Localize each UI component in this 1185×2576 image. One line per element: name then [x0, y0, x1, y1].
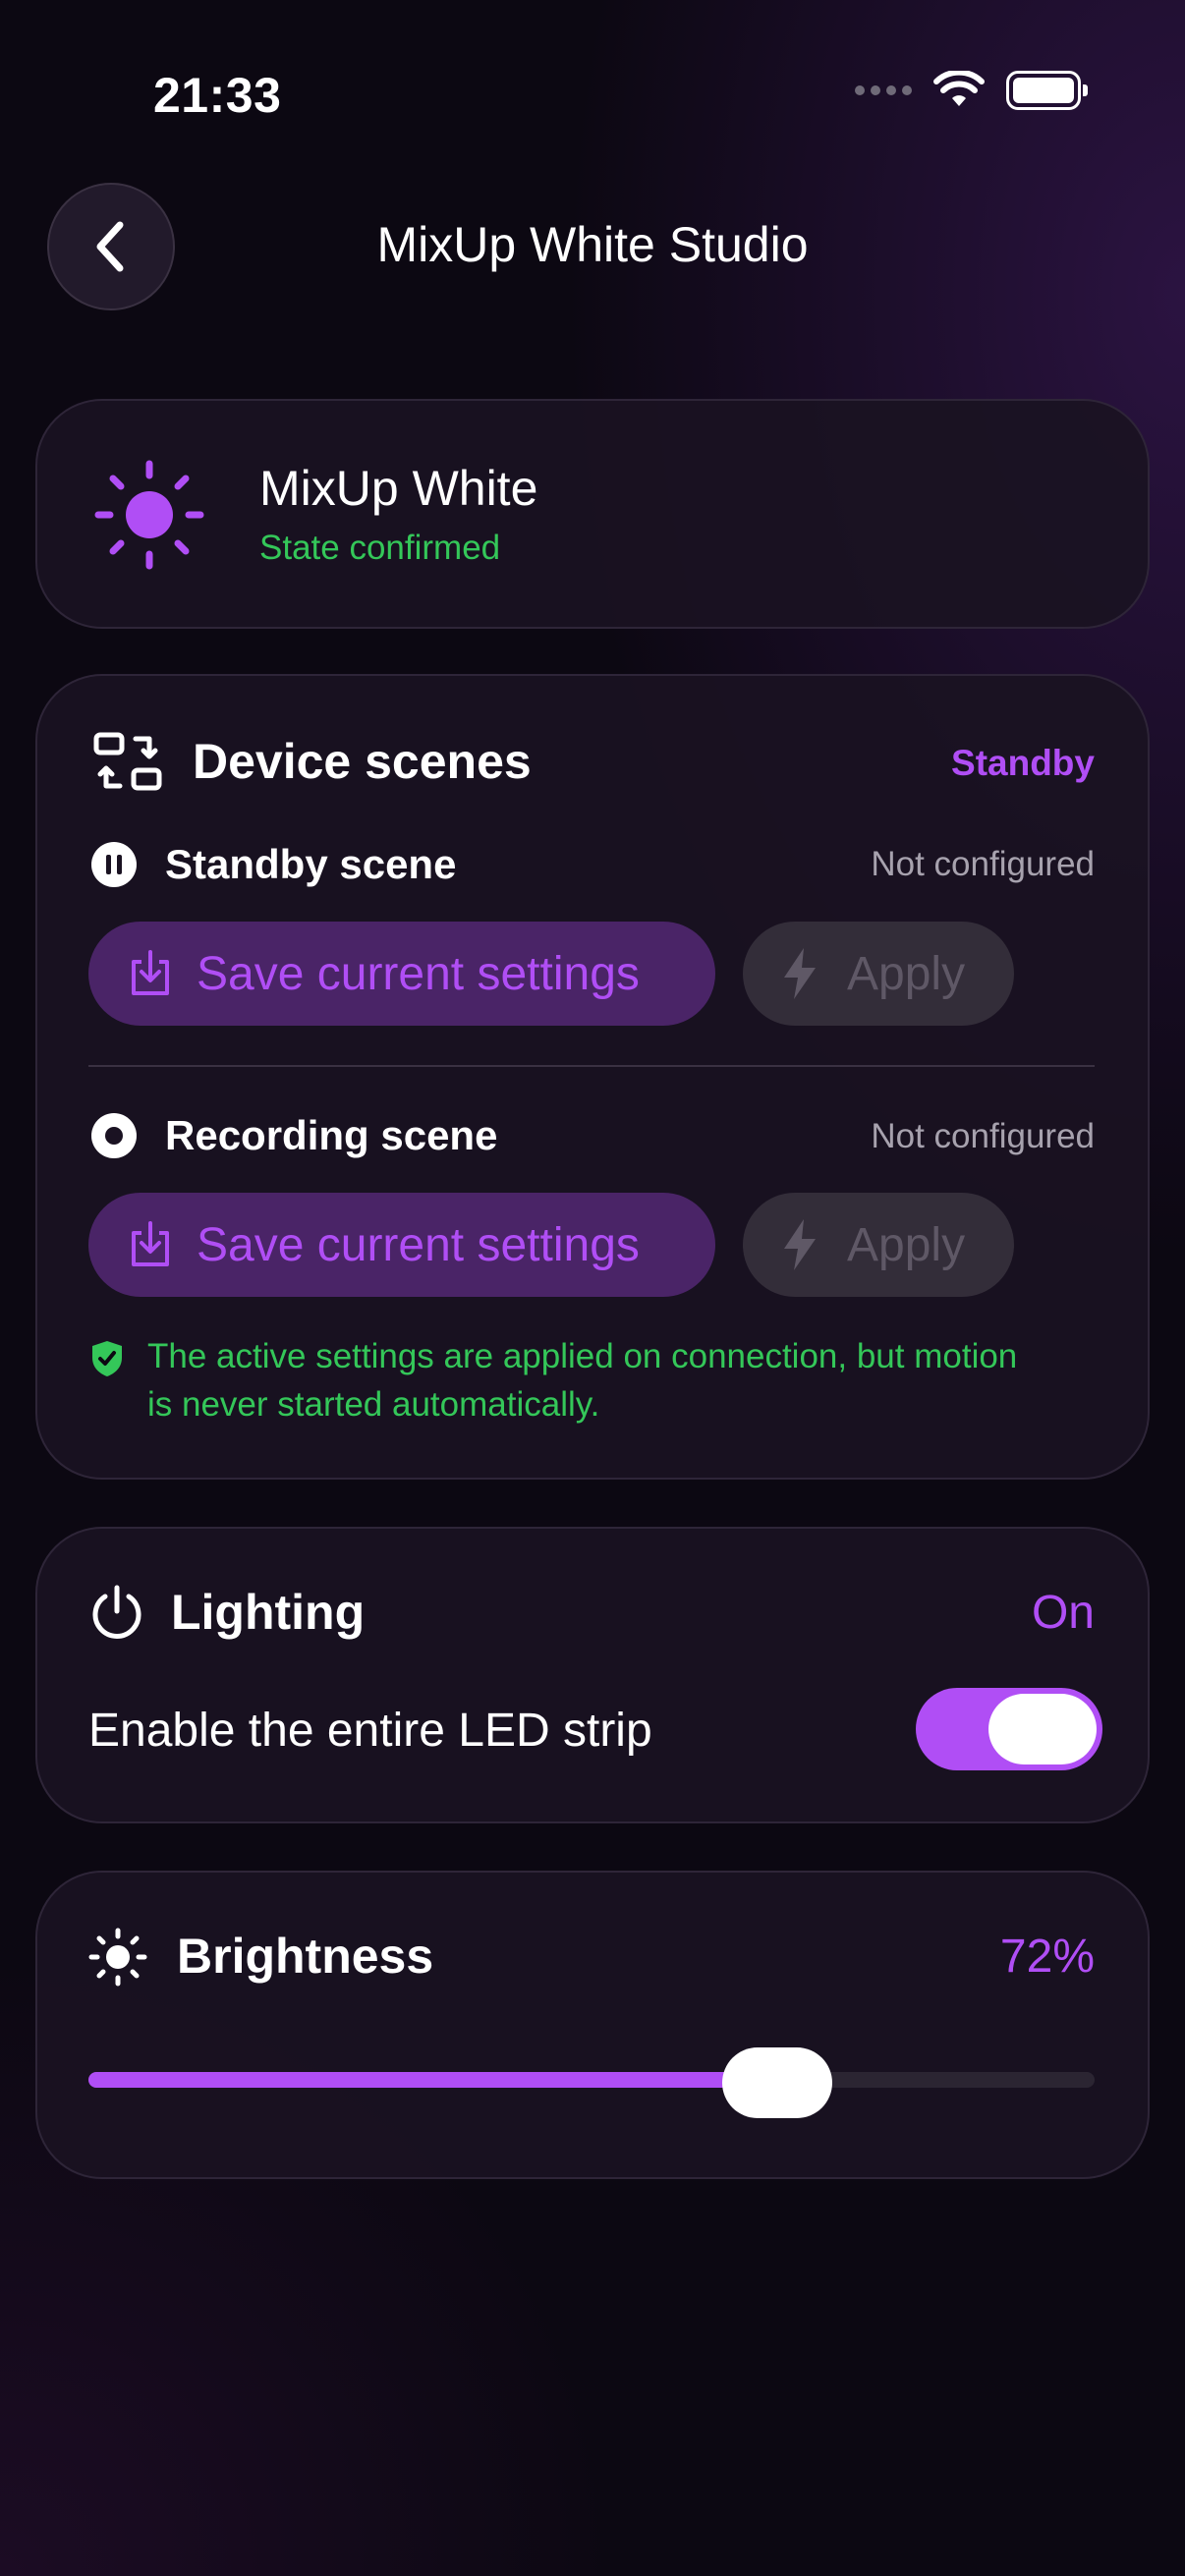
cellular-signal-icon: [855, 85, 912, 95]
led-strip-toggle[interactable]: [916, 1688, 1102, 1770]
download-tray-icon: [132, 1221, 169, 1266]
lighting-title: Lighting: [171, 1585, 366, 1640]
lighting-state: On: [1031, 1587, 1095, 1639]
standby-save-label: Save current settings: [197, 947, 640, 1000]
standby-apply-label: Apply: [847, 947, 966, 1000]
power-icon: [92, 1585, 141, 1639]
recording-scene-status: Not configured: [871, 1117, 1095, 1155]
pause-circle-icon: [91, 842, 137, 887]
brightness-slider-fill: [88, 2072, 778, 2088]
brightness-slider-knob[interactable]: [722, 2047, 833, 2118]
recording-scene-title: Recording scene: [165, 1112, 498, 1158]
brightness-title: Brightness: [177, 1929, 434, 1984]
download-tray-icon: [132, 950, 169, 995]
sun-icon: [94, 460, 204, 570]
bolt-icon: [784, 948, 816, 999]
wifi-icon: [933, 71, 985, 106]
scene-divider: [88, 1065, 1095, 1067]
brightness-card: [35, 1871, 1150, 2179]
recording-apply-label: Apply: [847, 1218, 966, 1271]
standby-save-button[interactable]: Save current settings: [88, 922, 715, 1026]
toggle-knob: [988, 1694, 1097, 1764]
recording-apply-button[interactable]: Apply: [743, 1193, 1014, 1297]
recording-save-button[interactable]: Save current settings: [88, 1193, 715, 1297]
scenes-title: Device scenes: [193, 734, 532, 789]
record-circle-icon: [91, 1113, 137, 1158]
shield-check-icon: [92, 1341, 122, 1376]
scenes-switch-icon: [93, 732, 162, 791]
status-time: 21:33: [153, 68, 282, 123]
brightness-value: 72%: [999, 1931, 1095, 1983]
device-name: MixUp White: [259, 461, 538, 516]
lighting-card: [35, 1527, 1150, 1823]
status-icons: [855, 71, 1088, 110]
standby-scene-title: Standby scene: [165, 841, 457, 887]
recording-save-label: Save current settings: [197, 1218, 640, 1271]
current-scene-badge: Standby: [951, 743, 1095, 783]
scenes-note: The active settings are applied on conne…: [147, 1337, 1018, 1424]
standby-scene-status: Not configured: [871, 845, 1095, 883]
led-strip-label: Enable the entire LED strip: [88, 1705, 652, 1757]
battery-icon: [1006, 71, 1088, 110]
device-state: State confirmed: [259, 529, 501, 567]
brightness-icon: [88, 1928, 147, 1987]
page-title: MixUp White Studio: [376, 217, 809, 272]
bolt-icon: [784, 1219, 816, 1270]
standby-apply-button[interactable]: Apply: [743, 922, 1014, 1026]
